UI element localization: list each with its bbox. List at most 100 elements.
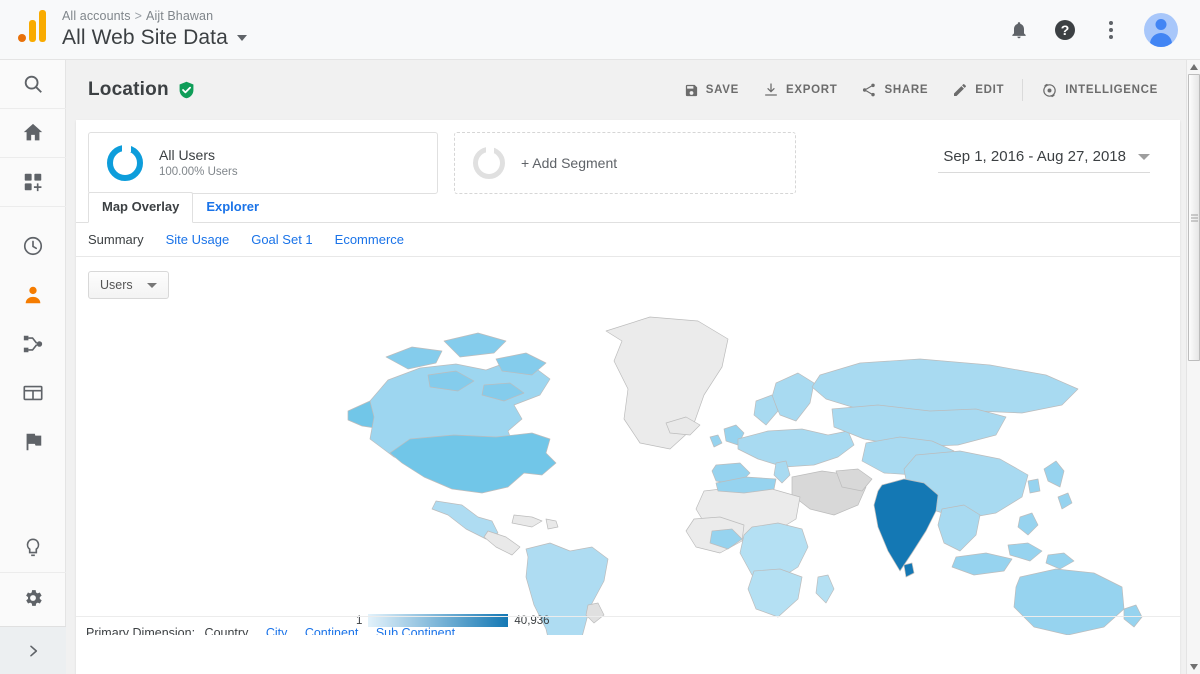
intelligence-button[interactable]: INTELLIGENCE: [1029, 82, 1170, 99]
customization-icon: [24, 173, 42, 192]
report-card: All Users 100.00% Users + Add Segment Se…: [76, 120, 1180, 674]
intelligence-label: INTELLIGENCE: [1065, 84, 1158, 96]
user-avatar[interactable]: [1144, 12, 1178, 47]
save-label: SAVE: [705, 84, 739, 96]
segment-bar: All Users 100.00% Users + Add Segment Se…: [76, 120, 1180, 194]
export-label: EXPORT: [785, 84, 838, 96]
dimension-country[interactable]: Country: [205, 626, 249, 635]
dimension-continent[interactable]: Continent: [305, 626, 359, 635]
shield-check-icon: [179, 81, 194, 99]
segment-all-users[interactable]: All Users 100.00% Users: [88, 132, 438, 194]
left-sidebar: [0, 60, 66, 674]
add-segment-button[interactable]: + Add Segment: [454, 132, 796, 194]
segment-percent: 100.00% Users: [159, 166, 238, 178]
dimension-sub-continent[interactable]: Sub Continent: [376, 626, 455, 635]
date-range-underline: [938, 172, 1150, 173]
page-title-property: All Web Site Data: [62, 26, 228, 49]
analytics-app: All accounts > Aijt Bhawan All Web Site Da…: [0, 0, 1200, 674]
behavior-window-icon: [23, 385, 43, 400]
report-subtabs: Summary Site Usage Goal Set 1 Ecommerce: [76, 223, 1180, 257]
intelligence-orbit-icon: [1043, 83, 1057, 97]
sidebar-item-admin[interactable]: [0, 573, 66, 622]
metric-chevron-down-icon: [146, 282, 157, 288]
search-icon: [24, 75, 42, 93]
google-analytics-logo[interactable]: [0, 0, 66, 60]
date-range-chevron-icon: [1138, 153, 1150, 160]
sidebar-item-behavior[interactable]: [0, 368, 66, 417]
breadcrumb-account[interactable]: Aijt Bhawan: [146, 9, 213, 23]
subtab-ecommerce[interactable]: Ecommerce: [335, 232, 404, 247]
add-segment-ring-icon: [473, 146, 505, 179]
help-icon[interactable]: ?: [1052, 17, 1078, 43]
save-button[interactable]: SAVE: [672, 83, 751, 98]
breadcrumb-separator: >: [134, 9, 143, 23]
conversions-flag-icon: [26, 433, 42, 450]
breadcrumb-all-accounts[interactable]: All accounts: [62, 9, 131, 23]
sidebar-item-home[interactable]: [0, 109, 66, 158]
tab-explorer[interactable]: Explorer: [193, 193, 272, 222]
scroll-up-arrow-icon[interactable]: [1187, 60, 1200, 74]
chevron-down-icon: [236, 34, 247, 41]
svg-text:?: ?: [1061, 22, 1070, 38]
more-options-icon[interactable]: [1098, 17, 1124, 43]
expand-chevron-icon: [30, 645, 38, 656]
realtime-clock-icon: [23, 236, 43, 255]
share-button[interactable]: SHARE: [849, 82, 940, 98]
topbar-actions: ?: [1006, 12, 1200, 47]
admin-gear-icon: [26, 589, 42, 606]
page-title-text: Location: [88, 79, 169, 100]
page-scrollbar[interactable]: [1186, 60, 1200, 674]
page-title: Location: [88, 79, 195, 101]
date-range-value: Sep 1, 2016 - Aug 27, 2018: [943, 148, 1126, 165]
main-content: Location SAVE EXPORT SHARE EDIT INTELLIG…: [66, 60, 1188, 674]
subtab-goal-set-1[interactable]: Goal Set 1: [251, 232, 312, 247]
subtab-summary[interactable]: Summary: [88, 232, 144, 247]
discover-bulb-icon: [26, 538, 40, 557]
sidebar-item-search[interactable]: [0, 60, 66, 109]
sidebar-divider: [0, 207, 65, 221]
subtab-site-usage[interactable]: Site Usage: [166, 232, 230, 247]
segment-name: All Users: [159, 147, 216, 163]
share-nodes-icon: [863, 83, 876, 97]
sidebar-item-realtime[interactable]: [0, 221, 66, 270]
home-icon: [23, 123, 43, 141]
edit-label: EDIT: [975, 84, 1005, 96]
acquisition-share-icon: [23, 335, 43, 352]
tab-map-overlay[interactable]: Map Overlay: [88, 192, 194, 223]
scroll-thumb[interactable]: [1188, 74, 1200, 361]
share-label: SHARE: [884, 84, 929, 96]
primary-dimension-label: Primary Dimension:: [86, 626, 196, 635]
notifications-bell-icon[interactable]: [1006, 17, 1032, 43]
tab-explorer-label: Explorer: [206, 199, 260, 214]
world-map-svg[interactable]: [76, 305, 1180, 635]
edit-button[interactable]: EDIT: [940, 82, 1016, 98]
tab-map-overlay-label: Map Overlay: [102, 199, 180, 214]
add-segment-label: + Add Segment: [521, 155, 618, 171]
metric-select-value: Users: [100, 278, 133, 292]
metric-select-users[interactable]: Users: [88, 271, 169, 299]
download-icon: [765, 83, 777, 96]
pencil-icon: [954, 84, 967, 96]
primary-dimension-bar: Primary Dimension: Country City Continen…: [76, 616, 1180, 635]
sidebar-expand-button[interactable]: [0, 626, 66, 674]
sidebar-item-customization[interactable]: [0, 158, 66, 207]
map-overlay-chart[interactable]: 1 40,936 Primary Dimension: Country City…: [76, 305, 1180, 635]
date-range-picker[interactable]: Sep 1, 2016 - Aug 27, 2018: [938, 148, 1150, 173]
property-header: All accounts > Aijt Bhawan All Web Site Da…: [62, 8, 247, 51]
report-actions: SAVE EXPORT SHARE EDIT INTELLIGENCE: [672, 79, 1188, 101]
sidebar-item-conversions[interactable]: [0, 417, 66, 466]
breadcrumb: All accounts > Aijt Bhawan: [62, 8, 247, 24]
report-header: Location SAVE EXPORT SHARE EDIT INTELLIG…: [66, 60, 1188, 120]
sidebar-item-acquisition[interactable]: [0, 319, 66, 368]
export-button[interactable]: EXPORT: [751, 82, 850, 98]
sidebar-item-discover[interactable]: [0, 524, 66, 573]
actions-divider: [1022, 79, 1024, 101]
floppy-disk-icon: [685, 84, 697, 96]
audience-person-icon: [25, 286, 41, 303]
metric-selector-bar: Users: [76, 257, 1180, 299]
property-selector[interactable]: All Web Site Data: [62, 24, 247, 51]
scroll-down-arrow-icon[interactable]: [1187, 660, 1200, 674]
sidebar-item-audience[interactable]: [0, 270, 66, 319]
dimension-city[interactable]: City: [266, 626, 288, 635]
